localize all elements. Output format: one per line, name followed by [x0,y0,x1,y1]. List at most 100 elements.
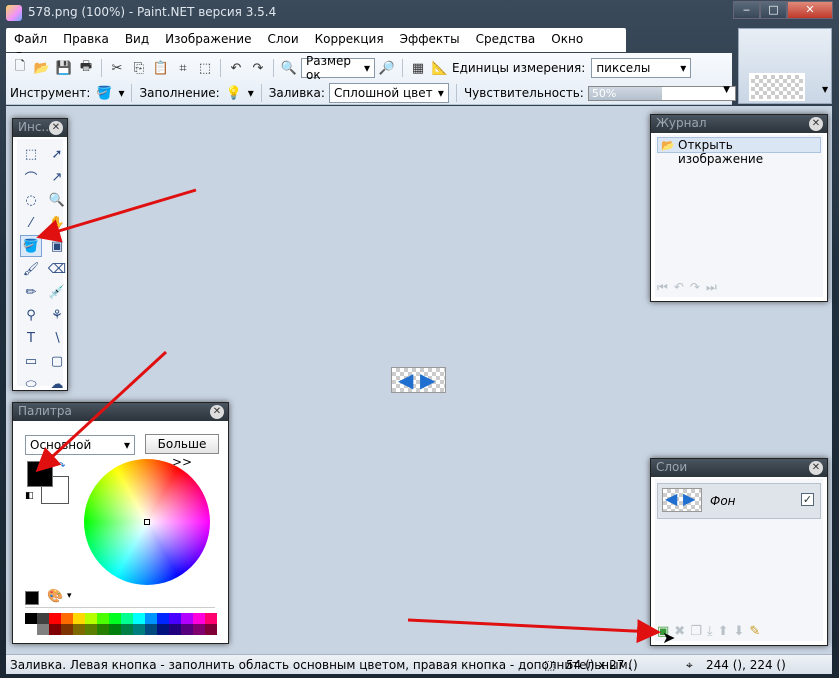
document-image[interactable]: ◀ ▶ [391,367,446,393]
close-icon[interactable]: ✕ [809,461,823,475]
delete-layer-icon[interactable]: ✖ [674,624,685,639]
new-file-icon[interactable]: 🗋 [10,58,30,78]
line-curve-tool[interactable]: ∖ [46,327,68,349]
palette-menu-icon[interactable]: 🎨 [47,589,63,604]
move-layer-up-icon[interactable]: ⬆ [718,624,729,639]
rewind-icon[interactable]: ⏮ [657,280,668,295]
color-swatch[interactable] [133,624,145,635]
recolor-tool[interactable]: ⚘ [46,304,68,326]
color-swatch[interactable] [109,613,121,624]
color-swatch[interactable] [193,624,205,635]
redo-icon[interactable]: ↷ [690,280,700,295]
add-color-icon[interactable] [25,591,39,605]
paint-bucket-icon[interactable]: 🪣 [94,83,114,103]
fast-forward-icon[interactable]: ⏭ [706,280,717,295]
open-file-icon[interactable]: 📂 [32,58,52,78]
chevron-down-icon[interactable]: ▾ [118,86,124,100]
crop-icon[interactable]: ⌗ [173,58,193,78]
zoom-tool[interactable]: 🔍 [46,189,68,211]
color-swatch[interactable] [85,613,97,624]
color-swatch[interactable] [97,624,109,635]
ellipse-tool[interactable]: ⬭ [20,373,42,395]
close-icon[interactable]: ✕ [49,121,63,135]
units-select[interactable]: пикселы ▾ [591,58,692,78]
color-swatch[interactable] [37,613,49,624]
color-swatch[interactable] [157,624,169,635]
color-swatch[interactable] [205,624,217,635]
color-swatch[interactable] [61,624,73,635]
undo-icon[interactable]: ↶ [226,58,246,78]
primary-color-swatch[interactable] [27,461,53,487]
color-swatch[interactable] [25,613,37,624]
menu-window[interactable]: Окно [543,28,591,46]
color-swatch[interactable] [193,613,205,624]
color-wheel[interactable] [84,459,210,585]
close-icon[interactable]: ✕ [809,117,823,131]
color-swatch[interactable] [145,613,157,624]
tolerance-slider[interactable]: 50% [587,85,736,101]
chevron-down-icon[interactable]: ▾ [248,86,254,100]
close-icon[interactable]: ✕ [210,405,224,419]
flood-mode-select[interactable]: Сплошной цвет ▾ [328,83,449,103]
menu-file[interactable]: Файл [6,28,55,46]
menu-view[interactable]: Вид [117,28,157,46]
paint-bucket-tool[interactable]: 🪣 [20,235,42,257]
save-icon[interactable]: 💾 [54,58,74,78]
swap-colors-icon[interactable]: ↷ [57,461,65,472]
cut-icon[interactable]: ✂ [107,58,127,78]
color-swatch[interactable] [97,613,109,624]
color-swatch[interactable] [37,624,49,635]
move-layer-down-icon[interactable]: ⬇ [734,624,745,639]
clone-stamp-tool[interactable]: ⚲ [20,304,42,326]
more-colors-button[interactable]: Больше >> [145,434,219,469]
rounded-rectangle-tool[interactable]: ▢ [46,350,68,372]
color-swatch[interactable] [85,624,97,635]
menu-adjustments[interactable]: Коррекция [307,28,392,46]
color-swatches[interactable] [25,613,217,635]
merge-layer-down-icon[interactable]: ⤓ [707,624,713,639]
rectangle-select-tool[interactable]: ⬚ [20,143,42,165]
menu-layers[interactable]: Слои [259,28,306,46]
close-button[interactable]: ✕ [787,1,833,19]
ellipse-select-tool[interactable]: ◌ [20,189,42,211]
paintbrush-tool[interactable]: 🖌 [20,258,42,280]
rectangle-tool[interactable]: ▭ [20,350,42,372]
layer-row[interactable]: ◀ ▶ Фон ✓ [657,483,821,519]
menu-image[interactable]: Изображение [157,28,259,46]
antialias-bulb-icon[interactable]: 💡 [224,83,244,103]
eraser-tool[interactable]: ⌫ [46,258,68,280]
ruler-icon[interactable]: 📐 [430,58,450,78]
palette-mode-select[interactable]: Основной ▾ [25,435,135,455]
freeform-shape-tool[interactable]: ☁ [46,373,68,395]
color-swatch[interactable] [73,613,85,624]
pencil-tool[interactable]: ✏ [20,281,42,303]
color-swatch[interactable] [169,613,181,624]
undo-icon[interactable]: ↶ [674,280,684,295]
color-picker-tool[interactable]: 💉 [46,281,68,303]
color-swatch[interactable] [61,613,73,624]
pan-tool[interactable]: ✋ [46,212,68,234]
color-swatch[interactable] [169,624,181,635]
color-swatch[interactable] [157,613,169,624]
layer-visibility-checkbox[interactable]: ✓ [801,493,814,506]
move-selected-tool[interactable]: ➚ [46,143,68,165]
magic-wand-tool[interactable]: ⁄ [20,212,42,234]
history-item[interactable]: 📂 Открыть изображение [657,137,821,166]
chevron-down-icon[interactable]: ▼ [822,85,828,94]
color-swatch[interactable] [121,613,133,624]
zoom-select[interactable]: Размер ок ▾ [301,54,375,82]
color-swatch[interactable] [181,624,193,635]
zoom-out-icon[interactable]: 🔍 [279,58,299,78]
menu-effects[interactable]: Эффекты [392,28,468,46]
redo-icon[interactable]: ↷ [248,58,268,78]
zoom-in-icon[interactable]: 🔎 [377,58,397,78]
color-swatch[interactable] [133,613,145,624]
menu-edit[interactable]: Правка [55,28,117,46]
copy-icon[interactable]: ⎘ [129,58,149,78]
color-swatch[interactable] [145,624,157,635]
grid-icon[interactable]: ▦ [408,58,428,78]
color-swatch[interactable] [73,624,85,635]
color-swatch[interactable] [49,613,61,624]
color-swatch[interactable] [205,613,217,624]
color-swatch[interactable] [181,613,193,624]
